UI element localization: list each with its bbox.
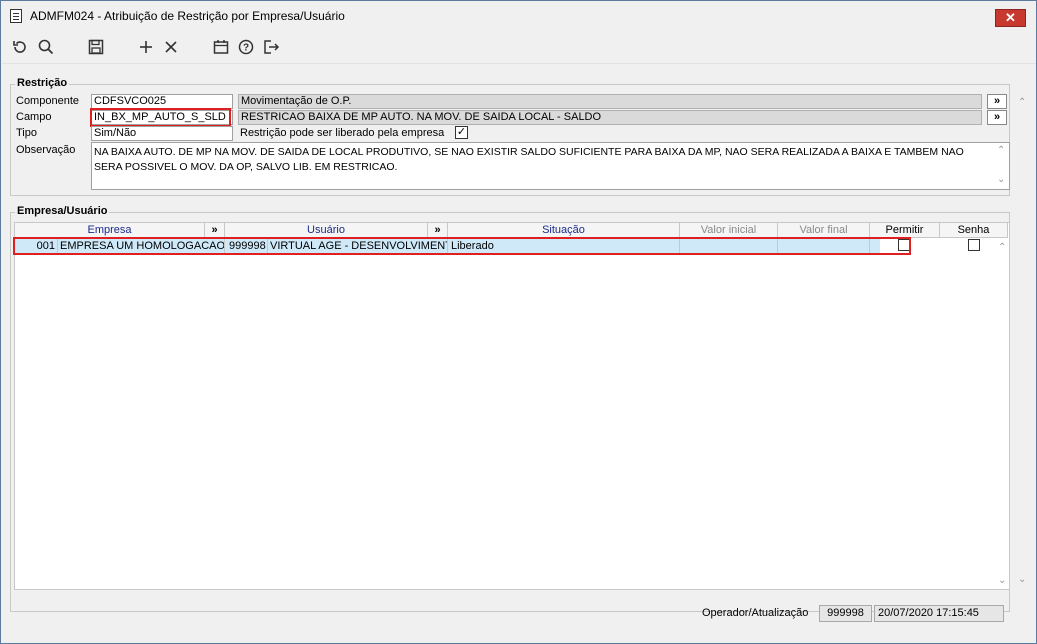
title-bar: ADMFM024 - Atribuição de Restrição por E…	[1, 1, 1036, 31]
toolbar: ?	[2, 33, 1036, 63]
form-scroll-down[interactable]: ⌄	[1018, 574, 1026, 585]
grid-scroll-down[interactable]: ⌄	[998, 575, 1006, 586]
header-senha[interactable]: Senha	[940, 223, 1008, 238]
save-icon[interactable]	[86, 38, 106, 58]
header-permitir[interactable]: Permitir	[870, 223, 940, 238]
header-valor-final[interactable]: Valor final	[778, 223, 870, 238]
header-valor-inicial[interactable]: Valor inicial	[680, 223, 778, 238]
refresh-icon[interactable]	[10, 38, 30, 58]
document-icon	[10, 9, 22, 23]
delete-icon[interactable]	[161, 38, 181, 58]
help-icon[interactable]: ?	[236, 38, 256, 58]
window-title: ADMFM024 - Atribuição de Restrição por E…	[30, 9, 345, 23]
form-scroll-up[interactable]: ⌃	[1018, 97, 1026, 108]
campo-highlight	[90, 108, 231, 127]
componente-expand-button[interactable]: »	[987, 94, 1007, 109]
liberado-checkbox[interactable]: ✓	[455, 126, 468, 139]
tipo-field[interactable]: Sim/Não	[91, 126, 233, 141]
restricao-title: Restrição	[15, 77, 70, 89]
observacao-textarea[interactable]: NA BAIXA AUTO. DE MP NA MOV. DE SAIDA DE…	[91, 142, 1010, 190]
campo-label: Campo	[16, 111, 52, 123]
senha-checkbox[interactable]	[968, 239, 980, 251]
calendar-icon[interactable]	[211, 38, 231, 58]
close-button[interactable]: ✕	[995, 9, 1026, 27]
liberado-label: Restrição pode ser liberado pela empresa	[240, 127, 445, 139]
search-icon[interactable]	[36, 38, 56, 58]
campo-expand-button[interactable]: »	[987, 110, 1007, 125]
header-situacao[interactable]: Situação	[448, 223, 680, 238]
componente-field[interactable]: CDFSVCO025	[91, 94, 233, 109]
svg-text:?: ?	[243, 43, 249, 54]
empresa-usuario-grid: Empresa » Usuário » Situação Valor inici…	[13, 222, 1010, 590]
tipo-label: Tipo	[16, 127, 37, 139]
row-highlight	[13, 237, 911, 255]
operador-label: Operador/Atualização	[702, 607, 809, 619]
add-icon[interactable]	[136, 38, 156, 58]
header-empresa[interactable]: Empresa	[15, 223, 205, 238]
campo-description: RESTRICAO BAIXA DE MP AUTO. NA MOV. DE S…	[238, 110, 982, 125]
operador-field: 999998	[819, 605, 872, 622]
header-usuario[interactable]: Usuário	[225, 223, 428, 238]
empresa-expand-button[interactable]: »	[205, 223, 225, 238]
componente-label: Componente	[16, 95, 79, 107]
usuario-expand-button[interactable]: »	[428, 223, 448, 238]
observacao-scroll-down[interactable]: ⌄	[997, 174, 1005, 185]
componente-description: Movimentação de O.P.	[238, 94, 982, 109]
exit-icon[interactable]	[261, 38, 281, 58]
empresa-usuario-title: Empresa/Usuário	[15, 205, 110, 217]
data-atualizacao-field: 20/07/2020 17:15:45	[874, 605, 1004, 622]
observacao-scroll-up[interactable]: ⌃	[997, 145, 1005, 156]
main-window: ADMFM024 - Atribuição de Restrição por E…	[0, 0, 1037, 644]
grid-scroll-up[interactable]: ⌃	[998, 242, 1006, 253]
form-content: Restrição Componente CDFSVCO025 Moviment…	[2, 63, 1036, 641]
observacao-label: Observação	[16, 144, 76, 156]
